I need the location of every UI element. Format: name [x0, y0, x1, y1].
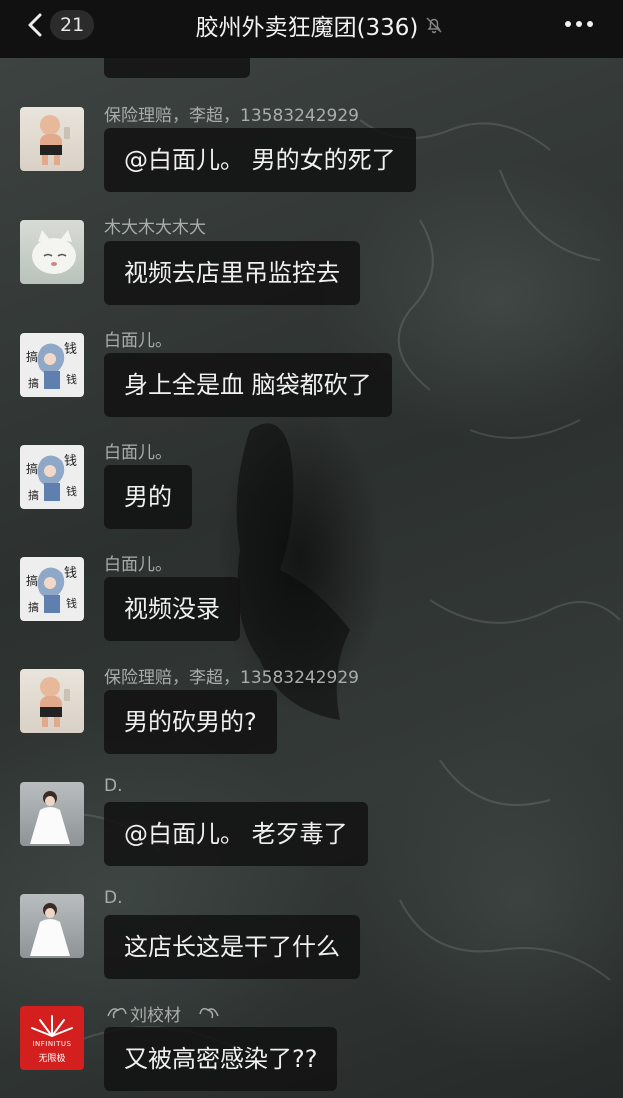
sender-name: 刘校材 [130, 1006, 181, 1026]
message-bubble[interactable]: 又被高密感染了?? [104, 1027, 338, 1091]
bride-figure-icon [30, 903, 70, 956]
cat-avatar[interactable] [20, 220, 84, 284]
message-bubble[interactable]: 身上全是血 脑袋都砍了 [104, 353, 392, 417]
svg-text:搞: 搞 [28, 376, 39, 390]
message-bubble[interactable]: 这店长这是干了什么 [104, 915, 360, 979]
svg-text:搞: 搞 [26, 349, 38, 364]
infinitus-logo-text: INFINITUS [32, 1040, 72, 1048]
sender-name: 保险理赔，李超，13583242929 [104, 106, 359, 126]
svg-text:搞: 搞 [26, 573, 38, 588]
sender-name: D. [104, 776, 123, 796]
chat-title-area[interactable]: 胶州外卖狂魔团(336) [160, 8, 480, 42]
unread-count-badge[interactable]: 21 [50, 10, 95, 40]
infinitus-avatar[interactable]: INFINITUS 无限极 [20, 1006, 84, 1070]
decoration-icon [199, 1007, 219, 1019]
money-avatar[interactable]: 钱 搞 钱 搞 [20, 333, 84, 397]
message-bubble[interactable]: 视频没录 [104, 577, 240, 641]
svg-text:搞: 搞 [28, 488, 39, 502]
svg-text:钱: 钱 [66, 372, 77, 386]
svg-text:搞: 搞 [28, 600, 39, 614]
infinitus-logo-text-cn: 无限极 [38, 1054, 66, 1064]
money-figure-icon: 钱 搞 钱 搞 [26, 454, 77, 502]
baby-avatar[interactable] [20, 669, 84, 733]
svg-text:钱: 钱 [66, 484, 77, 498]
message-bubble[interactable]: 男的砍男的? [104, 690, 277, 754]
baby-figure-icon [40, 115, 70, 165]
sender-name: 保险理赔，李超，13583242929 [104, 668, 359, 688]
baby-avatar[interactable] [20, 107, 84, 171]
message-bubble[interactable]: 视频去店里吊监控去 [104, 241, 360, 305]
more-dots-icon[interactable] [563, 14, 595, 34]
sender-name: 白面儿。 [104, 555, 172, 575]
chat-title: 胶州外卖狂魔团(336) [195, 15, 419, 41]
money-figure-icon: 钱 搞 钱 搞 [26, 342, 77, 390]
baby-figure-icon [40, 677, 70, 727]
svg-text:搞: 搞 [26, 461, 38, 476]
bride-avatar[interactable] [20, 894, 84, 958]
svg-text:钱: 钱 [64, 566, 77, 581]
bride-figure-icon [30, 791, 70, 844]
sender-name: 白面儿。 [104, 443, 172, 463]
svg-text:钱: 钱 [66, 596, 77, 610]
sender-name: D. [104, 888, 123, 908]
svg-text:钱: 钱 [64, 454, 77, 469]
cat-face-icon [32, 230, 76, 274]
top-nav-bar: 21 胶州外卖狂魔团(336) [0, 0, 623, 58]
bell-off-icon [426, 17, 442, 34]
sender-name: 白面儿。 [104, 331, 172, 351]
chevron-left-icon[interactable] [22, 10, 50, 40]
message-bubble[interactable]: @白面儿。 老歹毒了 [104, 802, 368, 866]
svg-text:钱: 钱 [64, 342, 77, 357]
sender-name: 木大木大木大 [104, 218, 206, 238]
decoration-icon [107, 1007, 127, 1019]
message-bubble[interactable]: 男的 [104, 465, 192, 529]
money-figure-icon: 钱 搞 钱 搞 [26, 566, 77, 614]
money-avatar[interactable]: 钱 搞 钱 搞 [20, 557, 84, 621]
message-list[interactable]: 保险理赔，李超，13583242929 @白面儿。 男的女的死了 木大木大木大 … [0, 18, 623, 1098]
bride-avatar[interactable] [20, 782, 84, 846]
message-bubble[interactable]: @白面儿。 男的女的死了 [104, 128, 416, 192]
money-avatar[interactable]: 钱 搞 钱 搞 [20, 445, 84, 509]
